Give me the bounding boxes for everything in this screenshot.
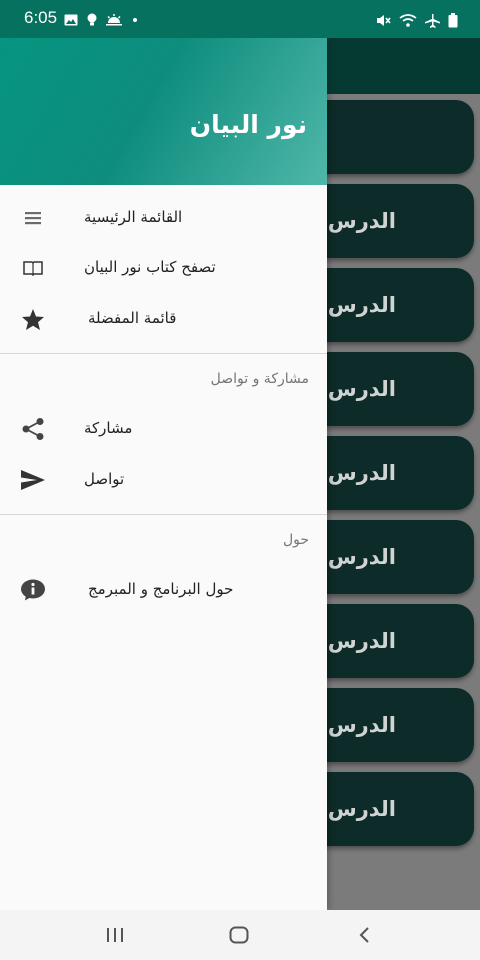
wifi-icon <box>399 14 417 27</box>
menu-item-label: حول البرنامج و المبرمج <box>88 580 234 598</box>
menu-item-label: قائمة المفضلة <box>88 309 177 327</box>
back-icon[interactable] <box>350 922 380 948</box>
send-icon <box>20 468 46 492</box>
menu-item-label: القائمة الرئيسية <box>84 208 183 226</box>
menu-item-about-app[interactable]: حول البرنامج و المبرمج <box>0 565 327 615</box>
star-icon <box>20 307 46 331</box>
navigation-drawer: نور البيان القائمة الرئيسية تصفح كتاب نو… <box>0 38 327 910</box>
mute-icon <box>377 15 391 26</box>
home-icon[interactable] <box>224 922 254 948</box>
battery-icon <box>448 13 458 28</box>
info-icon <box>20 578 46 602</box>
menu-item-favorites[interactable]: قائمة المفضلة <box>0 294 327 344</box>
status-right-icons <box>376 13 458 28</box>
menu-item-share[interactable]: مشاركة <box>0 404 327 454</box>
section-title-share: مشاركة و تواصل <box>210 371 309 387</box>
status-time: 6:05 <box>24 8 58 27</box>
menu-item-label: تواصل <box>84 470 125 488</box>
drawer-divider <box>0 353 327 354</box>
recents-icon[interactable] <box>100 922 130 948</box>
airplane-icon <box>425 13 440 28</box>
menu-icon <box>20 206 46 230</box>
menu-item-browse-book[interactable]: تصفح كتاب نور البيان <box>0 243 327 293</box>
status-left-icons <box>64 13 139 27</box>
drawer-divider <box>0 514 327 515</box>
gallery-icon <box>64 14 78 26</box>
menu-item-main-menu[interactable]: القائمة الرئيسية <box>0 193 327 243</box>
menu-item-label: تصفح كتاب نور البيان <box>84 258 216 276</box>
system-nav-bar <box>0 910 480 960</box>
bulb-icon <box>87 13 97 26</box>
share-icon <box>20 417 46 441</box>
menu-item-label: مشاركة <box>84 419 133 437</box>
section-title-about: حول <box>282 532 309 548</box>
book-icon <box>20 256 46 280</box>
drawer-title: نور البيان <box>189 110 307 139</box>
dot-icon <box>133 18 137 22</box>
status-bar: 6:05 <box>0 0 480 38</box>
weather-icon <box>106 14 122 26</box>
menu-item-contact[interactable]: تواصل <box>0 455 327 505</box>
screen: 6:05 الدرس الدرس الدرس الدرس الدرس الدرس… <box>0 0 480 960</box>
drawer-header: نور البيان <box>0 38 327 185</box>
